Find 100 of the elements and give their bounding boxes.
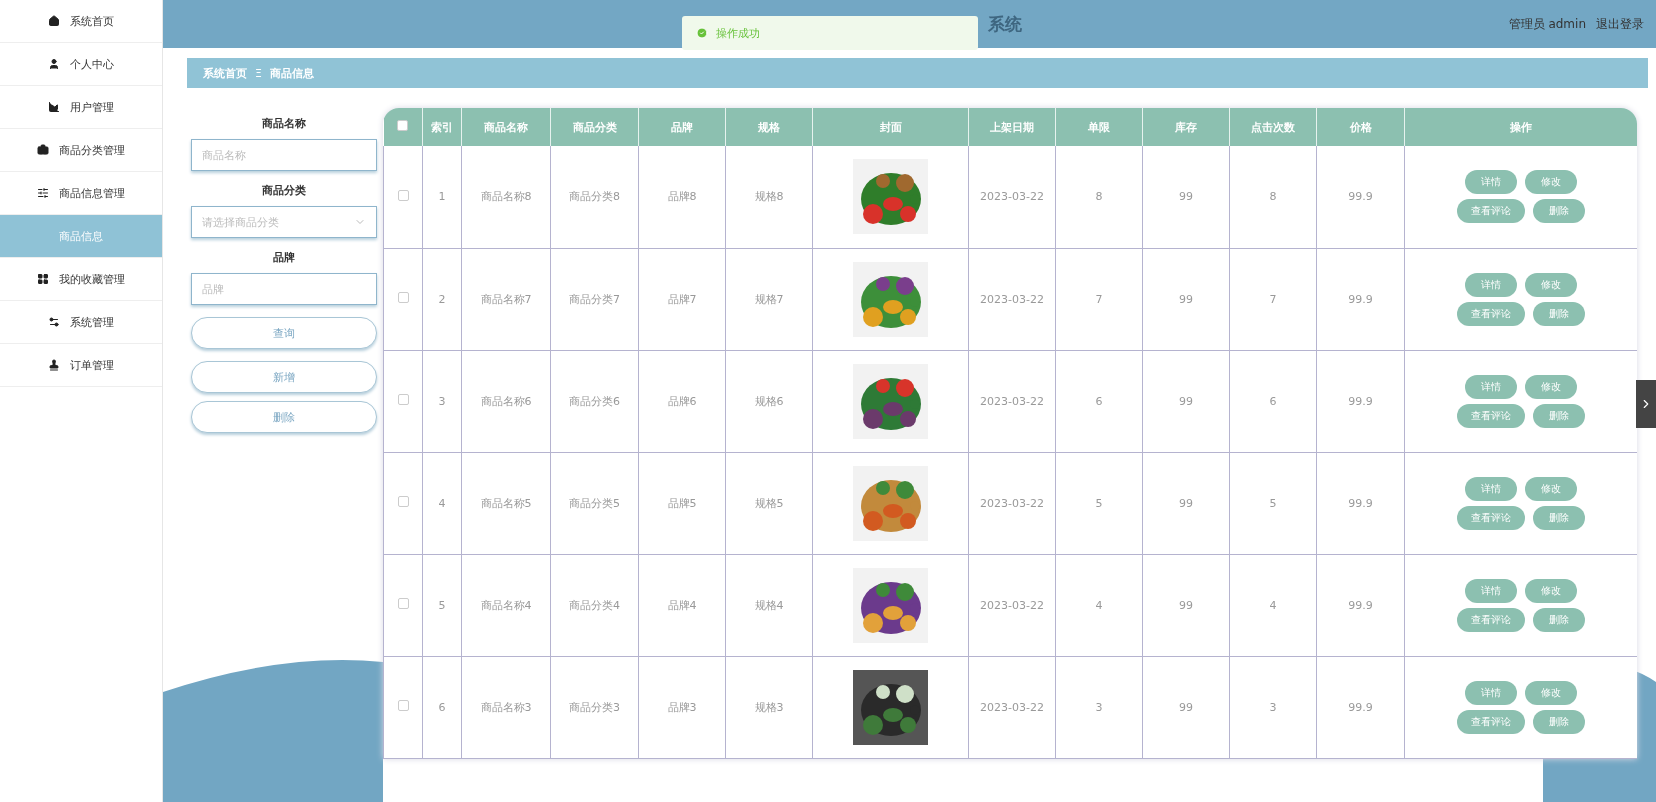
check-icon (696, 27, 708, 39)
breadcrumb-current: 商品信息 (269, 65, 314, 81)
table-cell: 8 (1229, 146, 1317, 248)
comments-button[interactable]: 查看评论 (1457, 199, 1525, 224)
delete-button[interactable]: 删除 (1533, 607, 1585, 632)
table-cell: 99 (1142, 248, 1230, 350)
row-checkbox[interactable] (397, 394, 409, 405)
edit-button[interactable]: 修改 (1525, 272, 1577, 297)
table-cell: 5 (422, 554, 462, 656)
column-header: 索引 (422, 108, 462, 146)
comments-button[interactable]: 查看评论 (1457, 709, 1525, 734)
table-cell: 品牌7 (638, 248, 726, 350)
table-cell: 品牌4 (638, 554, 726, 656)
field-label: 品牌 (272, 250, 296, 265)
field-label: 商品名称 (261, 116, 307, 131)
stamp-icon (48, 359, 60, 371)
column-header: 价格 (1316, 108, 1405, 146)
column-header: 封面 (812, 108, 969, 146)
column-header: 点击次数 (1229, 108, 1317, 146)
table-cell: 3 (422, 350, 462, 452)
category-select[interactable]: 请选择商品分类 (191, 206, 377, 238)
table-cell: 1 (422, 146, 462, 248)
details-button[interactable]: 详情 (1465, 374, 1517, 399)
row-checkbox[interactable] (397, 598, 409, 609)
table-cell: 2023-03-22 (968, 248, 1056, 350)
table-cell: 5 (1055, 452, 1143, 554)
table-cell: 2023-03-22 (968, 350, 1056, 452)
row-checkbox[interactable] (397, 189, 409, 201)
edit-button[interactable]: 修改 (1525, 374, 1577, 399)
column-header: 上架日期 (968, 108, 1056, 146)
delete-button[interactable]: 删除 (1533, 301, 1585, 326)
table-cell: 商品分类6 (550, 350, 639, 452)
details-button[interactable]: 详情 (1465, 170, 1517, 195)
breadcrumb-separator: Ξ (255, 66, 262, 80)
table-cell: 规格3 (725, 656, 813, 758)
edit-button[interactable]: 修改 (1525, 578, 1577, 603)
window-title: 系统 (988, 12, 1022, 36)
column-header: 单限 (1055, 108, 1143, 146)
delete-button[interactable]: 删除 (1533, 505, 1585, 530)
table-cell: 商品分类5 (550, 452, 639, 554)
details-button[interactable]: 详情 (1465, 680, 1517, 705)
delete-button[interactable]: 删除 (1533, 199, 1585, 224)
comments-button[interactable]: 查看评论 (1457, 607, 1525, 632)
comments-button[interactable]: 查看评论 (1457, 403, 1525, 428)
select-all-checkbox[interactable] (397, 120, 409, 131)
details-button[interactable]: 详情 (1465, 476, 1517, 501)
details-button[interactable]: 详情 (1465, 272, 1517, 297)
table-cell: 99.9 (1316, 452, 1405, 554)
table-cell: 商品分类3 (550, 656, 639, 758)
table-cell: 5 (1229, 452, 1317, 554)
table-cell: 2023-03-22 (968, 452, 1056, 554)
search-button[interactable]: 查询 (191, 317, 377, 349)
breadcrumb-link[interactable]: 系统首页 (203, 65, 247, 81)
table-cell: 2 (422, 248, 462, 350)
table-cell: 99 (1142, 452, 1230, 554)
input-field[interactable]: 商品名称 (191, 139, 377, 171)
table-cell: 品牌6 (638, 350, 726, 452)
row-checkbox[interactable] (397, 700, 409, 711)
column-header: 库存 (1142, 108, 1230, 146)
table-cell: 99.9 (1316, 350, 1405, 452)
table-cell: 99 (1142, 554, 1230, 656)
grid-icon (37, 273, 49, 285)
table-cell: 商品分类7 (550, 248, 639, 350)
table-cell: 商品分类8 (550, 146, 639, 248)
delete-button[interactable]: 删除 (1533, 403, 1585, 428)
collapse-button[interactable] (1636, 380, 1656, 428)
comments-button[interactable]: 查看评论 (1457, 301, 1525, 326)
input-field[interactable]: 品牌 (191, 273, 377, 305)
table-cell: 商品分类4 (550, 554, 639, 656)
column-header: 操作 (1404, 108, 1637, 146)
column-header: 商品分类 (550, 108, 639, 146)
table-cell: 99 (1142, 350, 1230, 452)
table-cell: 规格6 (725, 350, 813, 452)
edit-button[interactable]: 修改 (1525, 476, 1577, 501)
comments-button[interactable]: 查看评论 (1457, 505, 1525, 530)
details-button[interactable]: 详情 (1465, 578, 1517, 603)
row-checkbox[interactable] (397, 496, 409, 507)
edit-button[interactable]: 修改 (1525, 680, 1577, 705)
user-label: 管理员 admin (1508, 15, 1586, 33)
chart-icon (48, 101, 60, 113)
briefcase-icon (37, 144, 49, 156)
table-cell: 商品名称7 (461, 248, 551, 350)
table-cell: 99 (1142, 656, 1230, 758)
table-cell: 商品名称8 (461, 146, 551, 248)
logout-link[interactable]: 退出登录 (1596, 15, 1644, 33)
row-checkbox[interactable] (397, 292, 409, 303)
column-header: 规格 (725, 108, 813, 146)
delete-button[interactable]: 删除 (191, 401, 377, 433)
table-cell: 6 (1055, 350, 1143, 452)
table-cell: 99.9 (1316, 146, 1405, 248)
add-button[interactable]: 新增 (191, 361, 377, 393)
user-icon (48, 58, 60, 70)
table-cell: 品牌8 (638, 146, 726, 248)
sidebar-item[interactable]: 商品信息 (0, 215, 162, 258)
field-label: 商品分类 (261, 183, 307, 198)
table-cell: 99 (1142, 146, 1230, 248)
table-cell: 3 (1229, 656, 1317, 758)
edit-button[interactable]: 修改 (1525, 170, 1577, 195)
table-cell: 2023-03-22 (968, 554, 1056, 656)
delete-button[interactable]: 删除 (1533, 709, 1585, 734)
